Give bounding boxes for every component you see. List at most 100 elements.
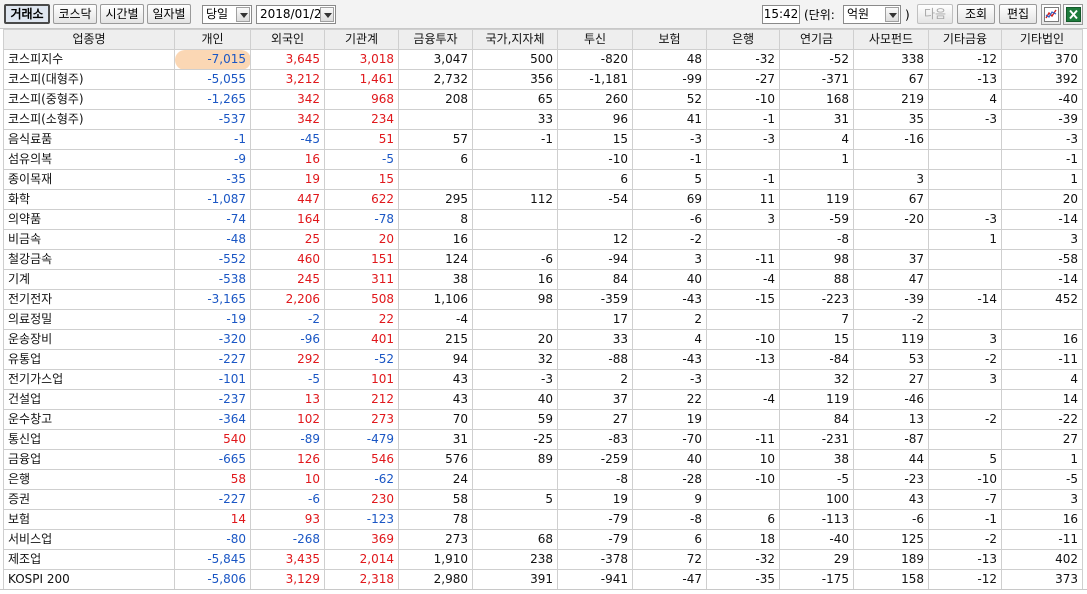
tab-kospi[interactable]: 거래소	[4, 4, 50, 24]
column-header[interactable]: 보험	[632, 29, 707, 50]
value-cell: 3,018	[324, 49, 399, 70]
column-header[interactable]: 기타법인	[1001, 29, 1083, 50]
value-cell: -39	[853, 289, 929, 310]
chevron-down-icon[interactable]	[320, 7, 334, 22]
value-cell: 57	[398, 129, 473, 150]
value-cell: -96	[250, 329, 325, 350]
value-cell: 4	[632, 329, 707, 350]
value-cell: 2,318	[324, 569, 399, 590]
column-header[interactable]: 연기금	[779, 29, 854, 50]
value-cell: -35	[706, 569, 780, 590]
value-cell: -15	[706, 289, 780, 310]
unit-select[interactable]: 억원	[843, 5, 901, 24]
value-cell: 65	[472, 89, 558, 110]
column-header[interactable]: 은행	[706, 29, 780, 50]
table-row[interactable]: 건설업 -237 13 212 43 40 37 22 -4 119 -46 14	[3, 389, 1083, 410]
tab-hourly[interactable]: 시간별	[100, 4, 144, 24]
value-cell: 373	[1001, 569, 1083, 590]
table-row[interactable]: 보험 14 93 -123 78 -79 -8 6 -113 -6 -1 16	[3, 509, 1083, 530]
toolbar: 거래소 코스닥 시간별 일자별 당일 2018/01/25 15:42 (단위:…	[0, 0, 1087, 29]
value-cell: -1	[706, 109, 780, 130]
value-cell: -1	[472, 129, 558, 150]
table-row[interactable]: 의약품 -74 164 -78 8 -6 3 -59 -20 -3 -14	[3, 209, 1083, 230]
table-row[interactable]: 기계 -538 245 311 38 16 84 40 -4 88 47 -14	[3, 269, 1083, 290]
table-row[interactable]: 금융업 -665 126 546 576 89 -259 40 10 38 44 5 1	[3, 449, 1083, 470]
table-row[interactable]: 화학 -1,087 447 622 295 112 -54 69 11 119 67 20	[3, 189, 1083, 210]
column-header[interactable]: 사모펀드	[853, 29, 929, 50]
chevron-down-icon[interactable]	[236, 7, 250, 22]
value-cell: -52	[324, 349, 399, 370]
query-button[interactable]: 조회	[957, 4, 995, 24]
table-row[interactable]: 비금속 -48 25 20 16 12 -2 -8 1 3	[3, 229, 1083, 250]
table-row[interactable]: 코스피(중형주) -1,265 342 968 208 65 260 52 -10 168 219 4…	[3, 89, 1083, 110]
table-row[interactable]: 코스피(소형주) -537 342 234 33 96 41 -1 31 35 -3 -39	[3, 109, 1083, 130]
table-row[interactable]: 의료정밀 -19 -2 22 -4 17 2 7 -2	[3, 309, 1083, 330]
table-row[interactable]: 철강금속 -552 460 151 124 -6 -94 3 -11 98 37 -58	[3, 249, 1083, 270]
column-header[interactable]: 외국인	[250, 29, 325, 50]
table-row[interactable]: 코스피(대형주) -5,055 3,212 1,461 2,732 356 -1,181 -9…	[3, 69, 1083, 90]
sector-name: 제조업	[3, 549, 175, 570]
value-cell: 151	[324, 249, 399, 270]
date-select[interactable]: 2018/01/25	[256, 5, 336, 24]
table-row[interactable]: 운수창고 -364 102 273 70 59 27 19 84 13 -2 -22	[3, 409, 1083, 430]
value-cell	[928, 389, 1002, 410]
chart-icon[interactable]	[1041, 4, 1061, 25]
table-row[interactable]: KOSPI 200 -5,806 3,129 2,318 2,980 391 -941 -47…	[3, 569, 1083, 590]
table-row[interactable]: 종이목재 -35 19 15 6 5 -1 3 1	[3, 169, 1083, 190]
period-select[interactable]: 당일	[202, 5, 252, 24]
table-row[interactable]: 은행 58 10 -62 24 -8 -28 -10 -5 -23 -10 -5	[3, 469, 1083, 490]
table-row[interactable]: 운송장비 -320 -96 401 215 20 33 4 -10 15 119 3 16	[3, 329, 1083, 350]
column-header[interactable]: 국가,지자체	[472, 29, 558, 50]
table-row[interactable]: 섬유의복 -9 16 -5 6 -10 -1 1 -1	[3, 149, 1083, 170]
table-row[interactable]: 음식료품 -1 -45 51 57 -1 15 -3 -3 4 -16 -3	[3, 129, 1083, 150]
unit-label: (단위:	[804, 8, 835, 22]
value-cell: 48	[632, 49, 707, 70]
value-cell: 19	[557, 489, 633, 510]
value-cell: -14	[928, 289, 1002, 310]
value-cell: 22	[632, 389, 707, 410]
table-row[interactable]: 유통업 -227 292 -52 94 32 -88 -43 -13 -84 53 -2 -11	[3, 349, 1083, 370]
value-cell: 208	[398, 89, 473, 110]
value-cell: -3	[632, 369, 707, 390]
value-cell: -223	[779, 289, 854, 310]
value-cell: 3,129	[250, 569, 325, 590]
value-cell: -1,265	[174, 89, 251, 110]
value-cell: -1	[1001, 149, 1083, 170]
excel-icon[interactable]	[1063, 4, 1083, 25]
value-cell: 33	[472, 109, 558, 130]
table-row[interactable]: 코스피지수 -7,015 3,645 3,018 3,047 500 -820 48 -32 -5…	[3, 49, 1083, 70]
value-cell: 31	[779, 109, 854, 130]
column-header[interactable]: 개인	[174, 29, 251, 50]
tab-kosdaq[interactable]: 코스닥	[53, 4, 97, 24]
column-header[interactable]: 금융투자	[398, 29, 473, 50]
table-row[interactable]: 제조업 -5,845 3,435 2,014 1,910 238 -378 72 -32 29 18…	[3, 549, 1083, 570]
column-header[interactable]: 기타금융	[928, 29, 1002, 50]
chevron-down-icon[interactable]	[885, 7, 899, 22]
value-cell: -83	[557, 429, 633, 450]
column-header[interactable]: 업종명	[3, 29, 175, 50]
value-cell: 3	[928, 329, 1002, 350]
tab-daily[interactable]: 일자별	[147, 4, 191, 24]
value-cell: -6	[632, 209, 707, 230]
sector-name: 운수창고	[3, 409, 175, 430]
table-row[interactable]: 서비스업 -80 -268 369 273 68 -79 6 18 -40 125 -2 -11	[3, 529, 1083, 550]
value-cell: 401	[324, 329, 399, 350]
column-header[interactable]: 투신	[557, 29, 633, 50]
sector-name: KOSPI 200	[3, 569, 175, 590]
value-cell: 6	[632, 529, 707, 550]
value-cell: -52	[779, 49, 854, 70]
table-row[interactable]: 전기전자 -3,165 2,206 508 1,106 98 -359 -43 -15 -223-…	[3, 289, 1083, 310]
sector-name: 보험	[3, 509, 175, 530]
column-header[interactable]: 기관계	[324, 29, 399, 50]
next-button[interactable]: 다음	[917, 4, 953, 24]
value-cell: 5	[928, 449, 1002, 470]
value-cell: -7,015	[174, 49, 251, 70]
value-cell: 1,106	[398, 289, 473, 310]
table-row[interactable]: 전기가스업 -101 -5 101 43 -3 2 -3 32 27 3 4	[3, 369, 1083, 390]
value-cell: 15	[557, 129, 633, 150]
table-row[interactable]: 증권 -227 -6 230 58 5 19 9 100 43 -7 3	[3, 489, 1083, 510]
value-cell: 43	[853, 489, 929, 510]
value-cell: -23	[853, 469, 929, 490]
edit-button[interactable]: 편집	[999, 4, 1037, 24]
table-row[interactable]: 통신업 540 -89 -479 31 -25 -83 -70 -11 -231 -87 27	[3, 429, 1083, 450]
